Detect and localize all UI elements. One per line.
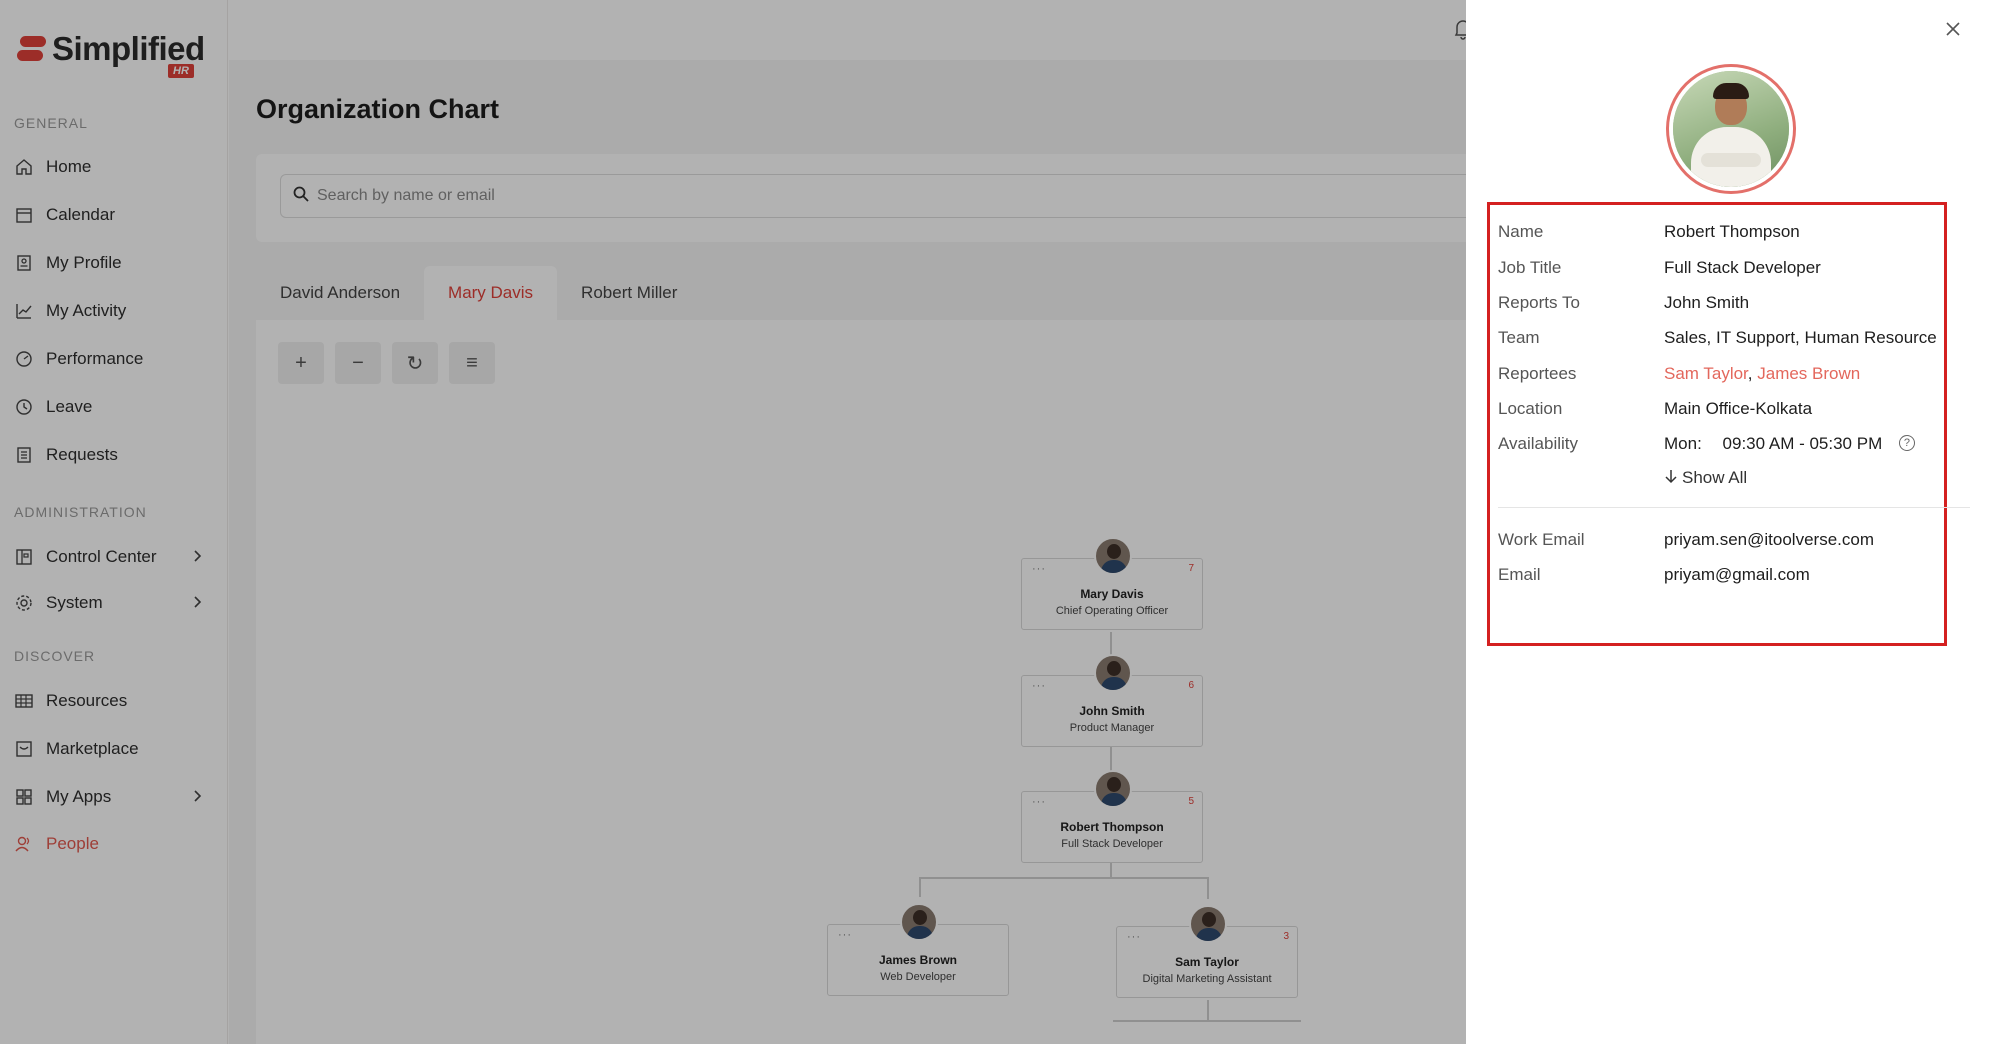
field-value: priyam@gmail.com <box>1664 565 1810 584</box>
close-button[interactable] <box>1940 18 1966 44</box>
field-value: Sales, IT Support, Human Resource <box>1664 328 1937 347</box>
field-label: Availability <box>1498 434 1579 453</box>
field-name: Name Robert Thompson <box>1498 219 1938 245</box>
divider <box>1498 507 1970 508</box>
field-location: Location Main Office-Kolkata <box>1498 396 1938 422</box>
availability-hours: 09:30 AM - 05:30 PM <box>1722 434 1883 453</box>
profile-details: Name Robert Thompson Job Title Full Stac… <box>1487 202 1970 646</box>
availability-day: Mon: <box>1664 434 1702 453</box>
reports-to-link[interactable]: John Smith <box>1664 293 1749 313</box>
reportee-link[interactable]: James Brown <box>1757 364 1860 383</box>
field-reports-to: Reports To John Smith <box>1498 290 1938 316</box>
field-label: Reportees <box>1498 364 1577 383</box>
app-window: Simplified HR GENERAL Home Calendar My P… <box>0 0 1999 1044</box>
field-value: Main Office-Kolkata <box>1664 399 1813 418</box>
field-label: Email <box>1498 565 1541 584</box>
field-label: Work Email <box>1498 530 1585 549</box>
show-all-button[interactable]: Show All <box>1664 465 1864 491</box>
field-work-email: Work Email priyam.sen@itoolverse.com <box>1498 527 1938 553</box>
field-value: Full Stack Developer <box>1664 258 1821 277</box>
field-job-title: Job Title Full Stack Developer <box>1498 255 1938 281</box>
field-reportees: Reportees Sam Taylor, James Brown <box>1498 361 1938 387</box>
arrow-down-icon <box>1664 468 1678 489</box>
profile-drawer: Name Robert Thompson Job Title Full Stac… <box>1466 0 1999 1044</box>
show-all-label: Show All <box>1682 468 1748 487</box>
avatar <box>1673 71 1789 187</box>
field-label: Location <box>1498 399 1563 418</box>
field-label: Reports To <box>1498 293 1580 312</box>
reportee-link[interactable]: Sam Taylor <box>1664 364 1748 383</box>
field-label: Team <box>1498 328 1540 347</box>
field-email: Email priyam@gmail.com <box>1498 562 1938 588</box>
field-label: Job Title <box>1498 258 1562 277</box>
close-icon <box>1945 21 1961 42</box>
field-value: Robert Thompson <box>1664 222 1800 241</box>
field-value: priyam.sen@itoolverse.com <box>1664 530 1874 549</box>
help-icon[interactable]: ? <box>1898 435 1915 451</box>
profile-photo <box>1666 64 1796 194</box>
field-team: Team Sales, IT Support, Human Resource <box>1498 325 1938 351</box>
field-label: Name <box>1498 222 1544 241</box>
reportee-separator: , <box>1747 364 1758 383</box>
field-availability: Availability Mon: 09:30 AM - 05:30 PM ? <box>1498 431 1938 457</box>
